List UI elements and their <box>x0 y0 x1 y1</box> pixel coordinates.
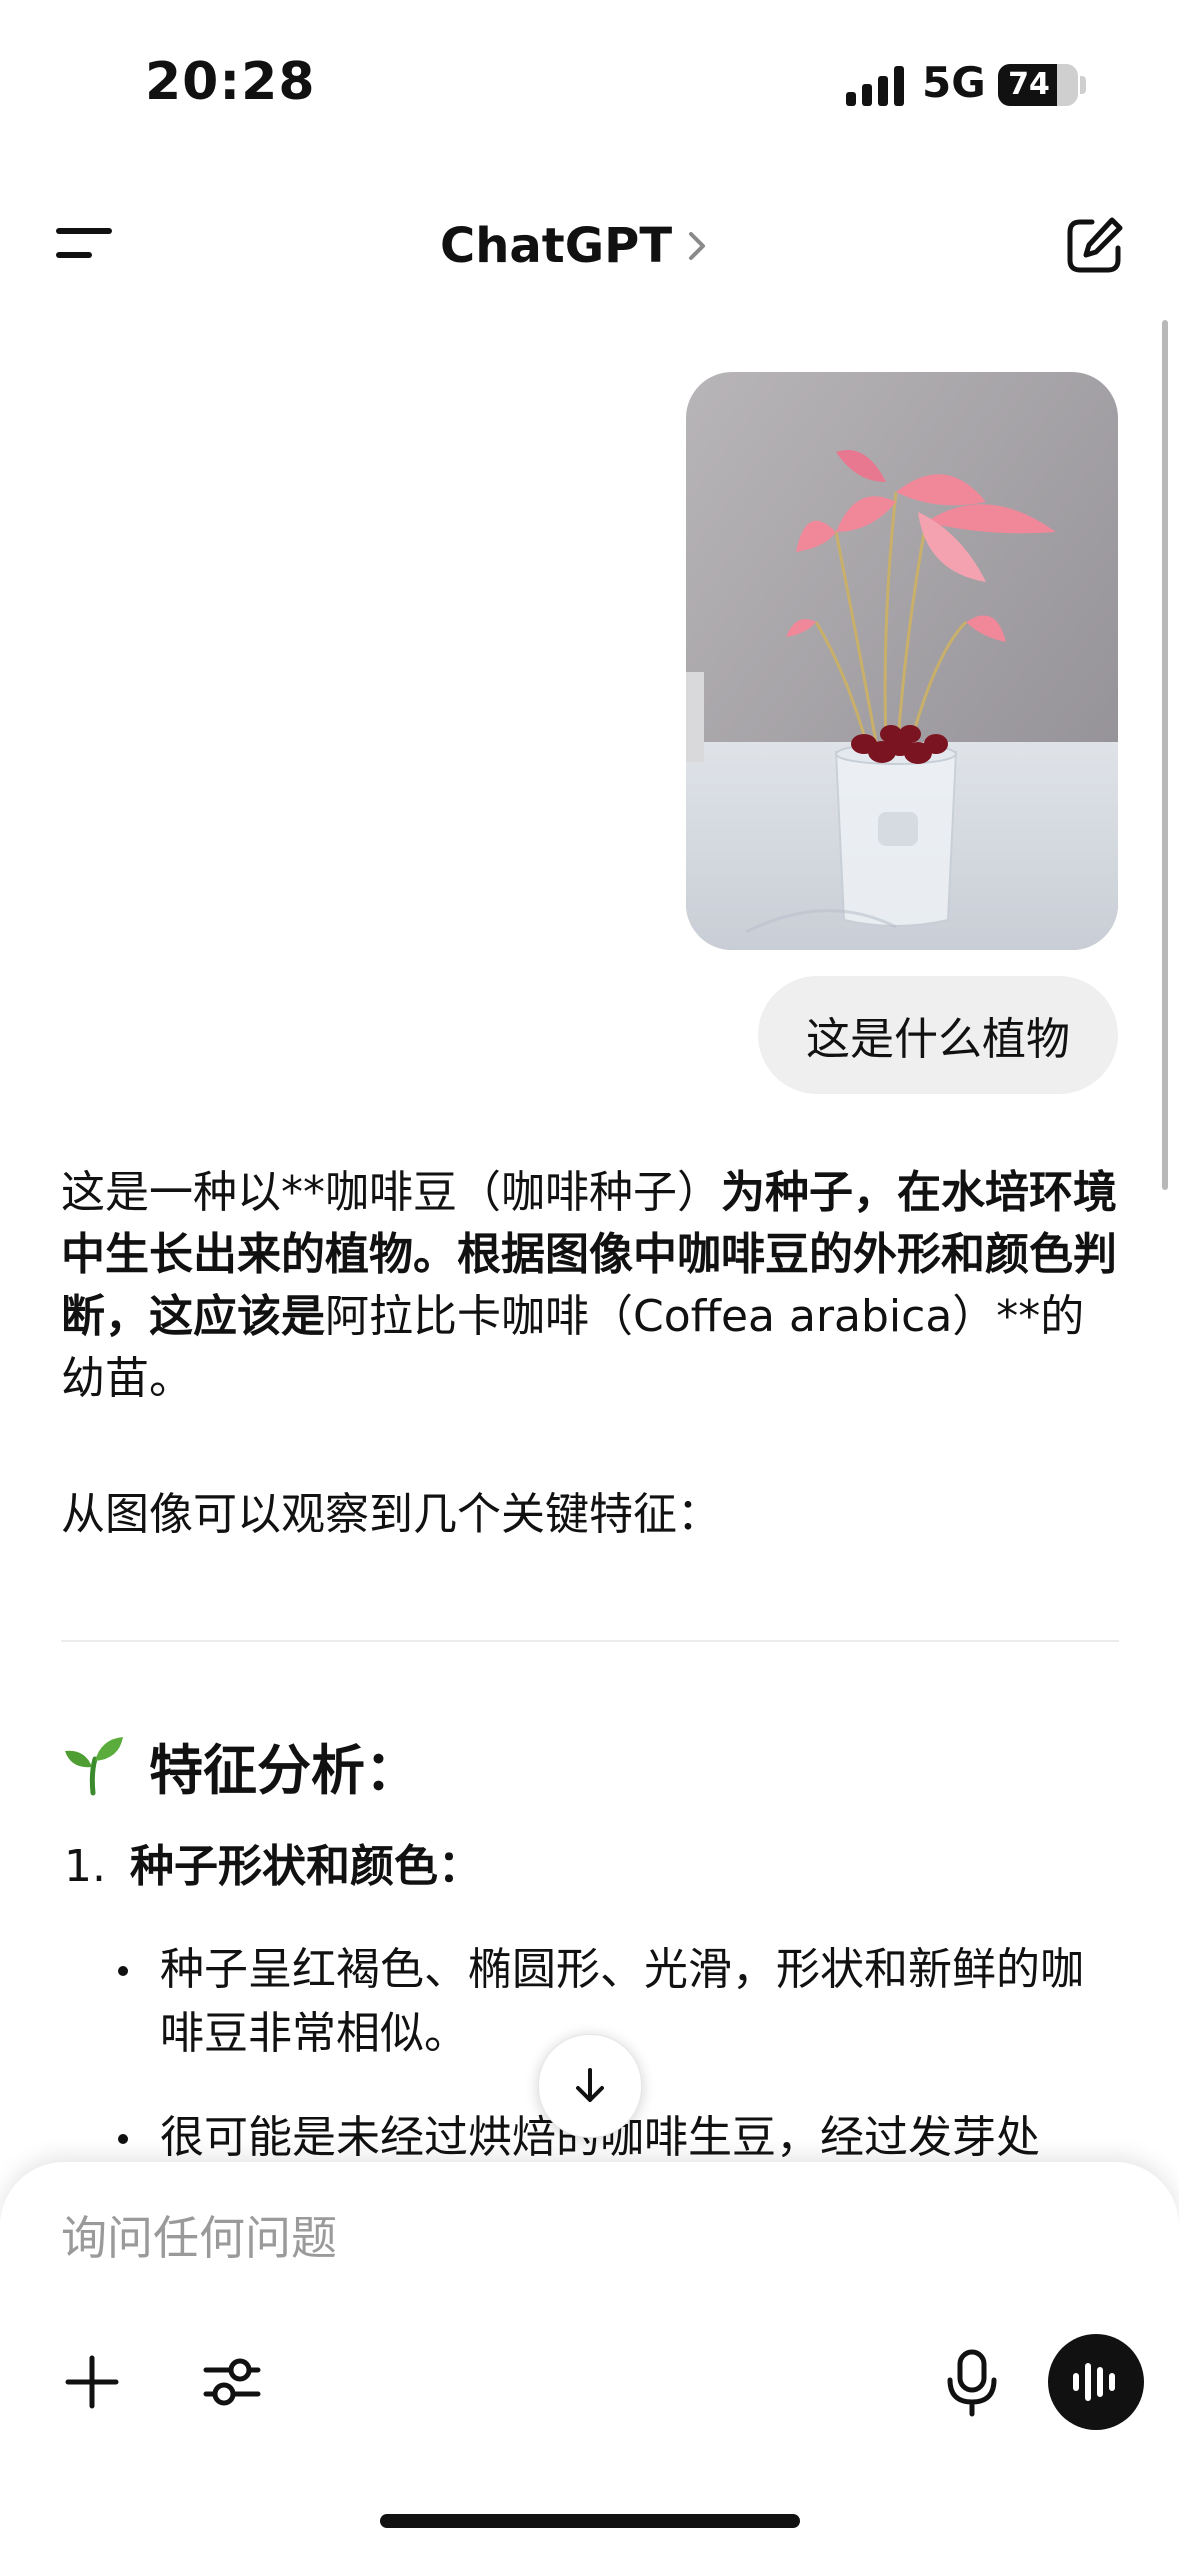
app-header: ChatGPT <box>0 180 1179 310</box>
list-item: 1. 种子形状和颜色： <box>64 1836 482 1898</box>
voice-mode-button[interactable] <box>1048 2334 1144 2430</box>
user-uploaded-image[interactable] <box>686 372 1118 950</box>
message-input[interactable] <box>61 2198 961 2278</box>
section-heading: 特征分析： <box>61 1720 419 1810</box>
assistant-paragraph: 这是一种以**咖啡豆（咖啡种子）为种子，在水培环境中生长出来的植物。根据图像中咖… <box>61 1162 1121 1410</box>
plus-icon[interactable] <box>62 2352 122 2412</box>
menu-icon[interactable] <box>52 220 118 270</box>
voice-mode-icon <box>1073 2363 1115 2401</box>
bullet-dot <box>118 2134 128 2144</box>
scroll-down-button[interactable] <box>538 2034 642 2138</box>
list-number: 1. <box>64 1841 106 1892</box>
status-time: 20:28 <box>145 52 316 112</box>
home-indicator[interactable] <box>380 2514 800 2528</box>
bullet-text: 种子呈红褐色、椭圆形、光滑，形状和新鲜的咖啡豆非常相似。 <box>160 1944 1084 2059</box>
sliders-icon[interactable] <box>200 2350 264 2414</box>
battery-icon: 74 <box>998 64 1078 106</box>
composer <box>0 2162 1179 2556</box>
section-heading-text: 特征分析： <box>149 1738 419 1802</box>
arrow-down-icon <box>576 2068 604 2102</box>
bullet-dot <box>118 1966 128 1976</box>
cellular-signal-icon <box>846 66 906 106</box>
divider <box>61 1640 1119 1642</box>
list-item-title: 种子形状和颜色： <box>130 1841 482 1892</box>
text-span: 这是一种以**咖啡豆（咖啡种子） <box>61 1167 721 1218</box>
status-bar: 20:28 5G 74 <box>0 0 1179 170</box>
microphone-icon[interactable] <box>944 2348 1000 2418</box>
compose-icon[interactable] <box>1064 214 1126 276</box>
chevron-right-icon <box>689 232 706 260</box>
user-message-bubble: 这是什么植物 <box>758 976 1118 1094</box>
model-selector[interactable]: ChatGPT <box>440 216 706 276</box>
battery-cap <box>1080 76 1086 94</box>
network-type: 5G <box>922 58 986 107</box>
plant-photo <box>686 372 1118 950</box>
scrollbar[interactable] <box>1162 320 1168 1190</box>
battery-level: 74 <box>1008 67 1050 102</box>
page-title: ChatGPT <box>440 218 673 274</box>
seedling-icon <box>65 1737 123 1796</box>
assistant-paragraph: 从图像可以观察到几个关键特征： <box>61 1489 721 1540</box>
bullet-text: 很可能是未经过烘焙的咖啡生豆，经过发芽处 <box>160 2112 1040 2163</box>
